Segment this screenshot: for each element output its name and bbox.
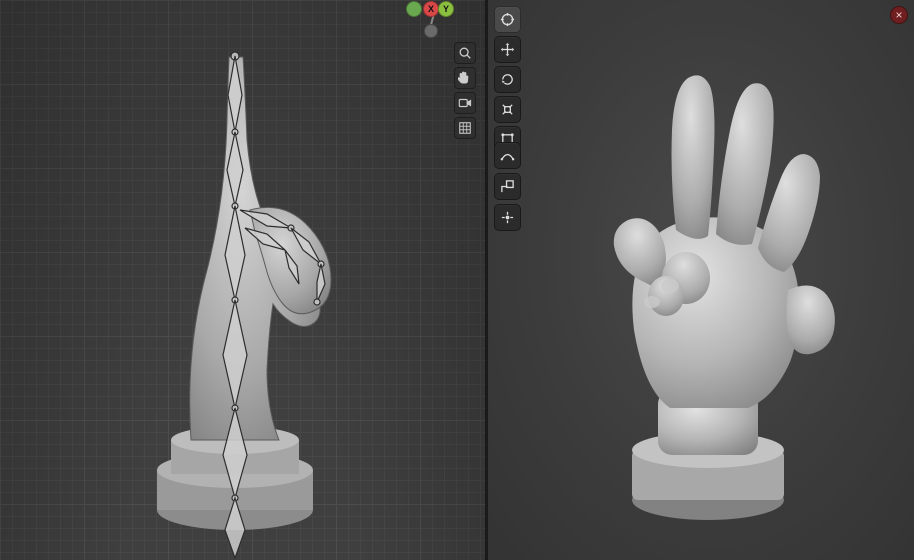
perspective-icon[interactable] bbox=[454, 117, 476, 139]
viewport-left[interactable]: X Y bbox=[0, 0, 488, 560]
scale-icon[interactable] bbox=[494, 96, 521, 123]
cursor-icon[interactable] bbox=[494, 204, 521, 231]
tool-toolbar-transform bbox=[494, 6, 521, 153]
viewport-split: X Y bbox=[0, 0, 914, 560]
rotate-icon[interactable] bbox=[494, 66, 521, 93]
translate-icon[interactable] bbox=[494, 36, 521, 63]
hand-mesh-shaded bbox=[548, 30, 868, 550]
camera-icon[interactable] bbox=[454, 92, 476, 114]
axis-y-handle[interactable]: Y bbox=[438, 1, 454, 17]
close-icon[interactable]: × bbox=[890, 6, 908, 24]
hand-mesh-armature bbox=[95, 0, 395, 560]
axis-gizmo[interactable]: X Y bbox=[412, 4, 450, 42]
move-gizmo-icon[interactable] bbox=[494, 6, 521, 33]
pan-icon[interactable] bbox=[454, 67, 476, 89]
axis-neg-handle[interactable] bbox=[424, 24, 438, 38]
viewport-right[interactable]: × bbox=[488, 0, 914, 560]
axis-x-handle[interactable]: X bbox=[423, 1, 439, 17]
close-glyph: × bbox=[895, 8, 902, 22]
measure-icon[interactable] bbox=[494, 142, 521, 169]
viewport-mini-toolbar bbox=[454, 42, 478, 139]
tool-toolbar-annotate bbox=[494, 142, 521, 231]
zoom-icon[interactable] bbox=[454, 42, 476, 64]
annotate-icon[interactable] bbox=[494, 173, 521, 200]
axis-z-handle[interactable] bbox=[406, 1, 422, 17]
